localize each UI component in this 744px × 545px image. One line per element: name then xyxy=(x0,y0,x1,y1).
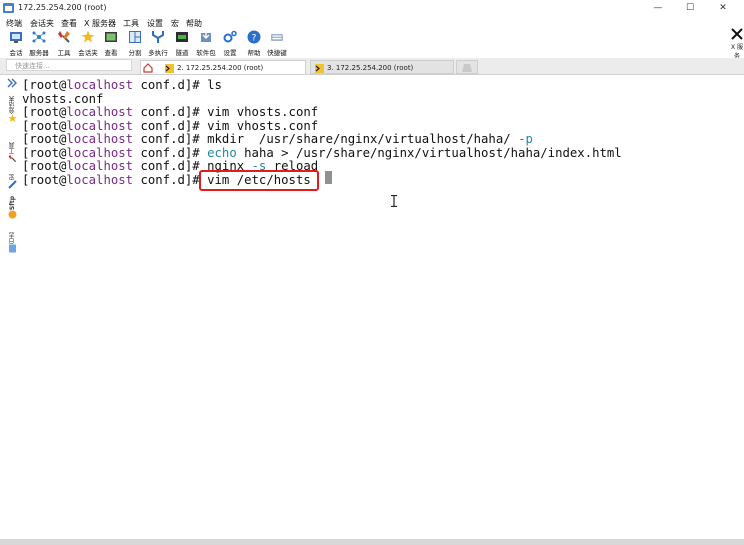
keyboard-icon xyxy=(271,34,283,41)
menu-view[interactable]: 查看 xyxy=(61,18,77,29)
menu-macros[interactable]: 宏 xyxy=(171,18,179,29)
multiexec-icon xyxy=(152,31,164,43)
minimize-button[interactable]: — xyxy=(647,1,669,15)
sidebar-toggle[interactable] xyxy=(6,78,18,92)
sessions-folder-button[interactable]: 会话夹 xyxy=(77,30,99,57)
sidebar-item-macros[interactable]: 宏 xyxy=(6,174,18,194)
window-title: 172.25.254.200 (root) xyxy=(18,3,107,12)
log-icon xyxy=(8,244,16,253)
quick-connect-input[interactable]: 快速连接... xyxy=(6,59,132,71)
settings-button[interactable]: 设置 xyxy=(219,30,241,57)
app-icon xyxy=(3,3,14,13)
terminal-tab-icon xyxy=(315,64,324,73)
new-tab-button[interactable] xyxy=(456,60,478,74)
terminal-line: [root@localhost conf.d]# echo haha > /us… xyxy=(22,145,622,160)
double-chevron-icon xyxy=(7,78,17,88)
sftp-icon xyxy=(8,210,16,219)
sidebar-item-sftp[interactable]: Sftp xyxy=(6,196,18,230)
xserver-button[interactable]: X 服务 xyxy=(730,28,744,60)
sidebar: 会话夹 工具 宏 Sftp 日志 xyxy=(6,78,18,258)
title-bar: 172.25.254.200 (root) — ☐ ✕ xyxy=(0,0,744,16)
packages-button[interactable]: 软件包 xyxy=(195,30,217,57)
tab-label: 2. 172.25.254.200 (root) xyxy=(177,64,264,72)
terminal-line: [root@localhost conf.d]# mkdir /usr/shar… xyxy=(22,132,533,146)
x-server-icon xyxy=(731,28,743,40)
close-button[interactable]: ✕ xyxy=(712,1,734,15)
terminal-line: [root@localhost conf.d]# vim vhosts.conf xyxy=(22,105,319,119)
tab-bar: 快速连接... 2. 172.25.254.200 (root) 3. 172.… xyxy=(0,58,744,75)
macro-icon xyxy=(7,180,17,189)
tunnel-button[interactable]: 隧道 xyxy=(171,30,193,57)
tools-icon xyxy=(8,154,16,163)
text-cursor-icon xyxy=(391,195,397,207)
menu-sessions[interactable]: 会话夹 xyxy=(30,18,54,29)
terminal-line: [root@localhost conf.d]# ls xyxy=(22,78,222,92)
terminal-line: vhosts.conf xyxy=(22,91,104,106)
menu-settings[interactable]: 设置 xyxy=(147,18,163,29)
package-icon xyxy=(201,30,211,42)
menu-tools[interactable]: 工具 xyxy=(123,18,139,29)
help-button[interactable]: ? 帮助 xyxy=(243,30,265,57)
sidebar-item-tools[interactable]: 工具 xyxy=(6,142,18,172)
menu-xserver[interactable]: X 服务器 xyxy=(84,18,116,29)
sidebar-item-sessions[interactable]: 会话夹 xyxy=(6,96,18,140)
session-icon xyxy=(10,32,22,43)
star-icon xyxy=(81,30,95,43)
terminal-line: [root@localhost conf.d]# vim vhosts.conf xyxy=(22,118,319,133)
menu-bar: 终端 会话夹 查看 X 服务器 工具 设置 宏 帮助 xyxy=(0,16,744,29)
terminal-tab-icon xyxy=(165,64,174,73)
star-icon xyxy=(7,114,17,123)
servers-icon xyxy=(32,31,46,43)
highlight-box xyxy=(199,170,319,191)
split-button[interactable]: 分割 xyxy=(124,30,146,57)
terminal-cursor xyxy=(325,171,332,184)
tab-session-3[interactable]: 3. 172.25.254.200 (root) xyxy=(310,60,454,74)
toolbar: 会话 服务器 工具 会话夹 查看 分割 多执行 隧道 软件包 设置 ? 帮助 快… xyxy=(0,29,744,58)
tools-button[interactable]: 工具 xyxy=(53,30,75,57)
terminal-output[interactable]: [root@localhost conf.d]# ls vhosts.conf … xyxy=(22,76,742,536)
help-icon: ? xyxy=(247,30,261,44)
tab-label: 3. 172.25.254.200 (root) xyxy=(327,64,414,72)
split-icon xyxy=(129,31,141,43)
maximize-button[interactable]: ☐ xyxy=(679,1,701,15)
shortcuts-button[interactable]: 快捷键 xyxy=(266,30,288,57)
home-icon xyxy=(143,63,153,73)
menu-help[interactable]: 帮助 xyxy=(186,18,202,29)
session-button[interactable]: 会话 xyxy=(5,30,27,57)
status-bar xyxy=(0,539,744,545)
tunnel-icon xyxy=(176,32,188,42)
tab-session-2[interactable]: 2. 172.25.254.200 (root) xyxy=(140,60,306,74)
multiexec-button[interactable]: 多执行 xyxy=(147,30,169,57)
tools-icon xyxy=(58,31,70,43)
view-icon xyxy=(105,32,117,42)
new-tab-icon xyxy=(462,64,472,72)
svg-text:?: ? xyxy=(252,34,257,44)
servers-button[interactable]: 服务器 xyxy=(28,30,50,57)
menu-terminal[interactable]: 终端 xyxy=(6,18,22,29)
view-button[interactable]: 查看 xyxy=(100,30,122,57)
sidebar-item-log[interactable]: 日志 xyxy=(6,232,18,258)
settings-icon xyxy=(223,30,237,43)
